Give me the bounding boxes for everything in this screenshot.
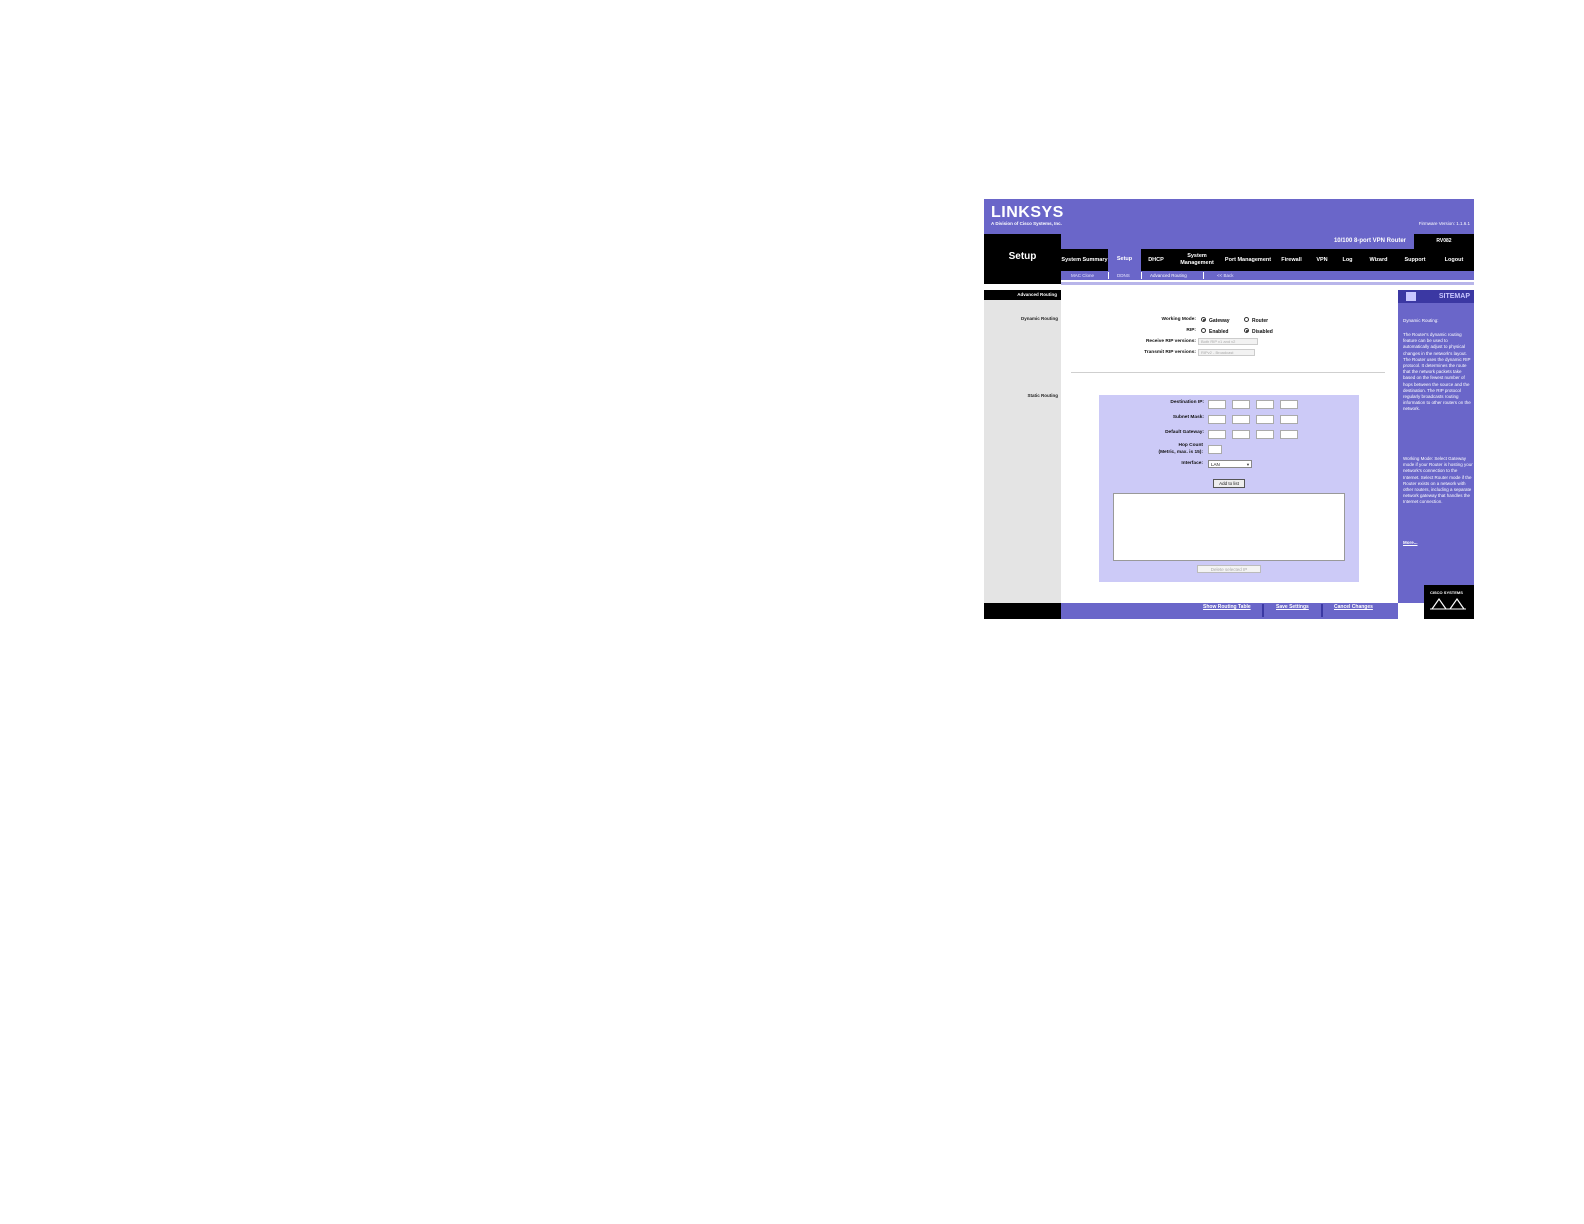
section-header: Advanced Routing — [984, 290, 1061, 300]
sub-nav: MAC Clone DDNS Advanced Routing << Back — [1061, 271, 1474, 280]
destination-ip-octet-1[interactable] — [1208, 400, 1226, 409]
default-gateway-octet-1[interactable] — [1208, 430, 1226, 439]
firmware-version: Firmware Version: 1.1.6.1 — [1418, 221, 1470, 226]
router-radio-label: Router — [1252, 317, 1269, 324]
footer-divider — [1262, 604, 1264, 617]
transmit-rip-select[interactable]: RIPv2 - Broadcast — [1198, 349, 1255, 356]
chevron-down-icon: ▼ — [1246, 462, 1250, 467]
help-working-mode: Working Mode: Select Gateway mode if you… — [1403, 456, 1473, 505]
default-gateway-octet-3[interactable] — [1256, 430, 1274, 439]
gateway-radio-label: Gateway — [1209, 317, 1230, 324]
subnav-advanced-routing[interactable]: Advanced Routing — [1150, 271, 1187, 280]
footer-left-block — [984, 603, 1061, 619]
page-title: Setup — [1008, 251, 1037, 262]
tab-wizard[interactable]: Wizard — [1361, 249, 1396, 271]
hop-count-sublabel: (Metric, max. is 15): — [1158, 450, 1203, 455]
section-divider — [1071, 372, 1385, 373]
tab-support[interactable]: Support — [1396, 249, 1434, 271]
tab-vpn[interactable]: VPN — [1310, 249, 1334, 271]
rip-label: RIP: — [1186, 328, 1196, 333]
subnav-back[interactable]: << Back — [1217, 271, 1234, 280]
tab-dhcp[interactable]: DHCP — [1141, 249, 1171, 271]
tab-logout[interactable]: Logout — [1434, 249, 1474, 271]
model-number: RV082 — [1414, 234, 1474, 249]
show-routing-table-button[interactable]: Show Routing Table — [1203, 604, 1251, 610]
more-link[interactable]: More... — [1403, 540, 1473, 546]
tab-system-management[interactable]: System Management — [1171, 249, 1223, 271]
left-panel — [984, 290, 1061, 603]
sitemap-icon — [1406, 292, 1416, 301]
rip-disabled-label: Disabled — [1252, 328, 1273, 335]
receive-rip-label: Receive RIP versions: — [1145, 339, 1196, 344]
subnav-ddns[interactable]: DDNS — [1117, 271, 1130, 280]
hop-count-label: Hop Count — [1178, 443, 1203, 448]
delete-selected-button[interactable]: Delete selected IP — [1197, 565, 1261, 573]
router-admin-page: LINKSYS A Division of Cisco Systems, Inc… — [984, 199, 1474, 619]
subnav-mac-clone[interactable]: MAC Clone — [1071, 271, 1094, 280]
tab-setup[interactable]: Setup — [1108, 247, 1141, 271]
interface-select[interactable]: LAN ▼ — [1208, 460, 1252, 468]
interface-value: LAN — [1211, 462, 1220, 467]
cisco-logo-text: CISCO SYSTEMS — [1430, 590, 1463, 595]
cisco-bridge-icon — [1430, 597, 1466, 610]
destination-ip-label: Destination IP: — [1170, 400, 1204, 405]
receive-rip-select[interactable]: Both RIP v1 and v2 — [1198, 338, 1258, 345]
rip-disabled-radio[interactable] — [1244, 328, 1249, 333]
destination-ip-octet-3[interactable] — [1256, 400, 1274, 409]
gateway-radio[interactable] — [1201, 317, 1206, 322]
tab-system-summary[interactable]: System Summary — [1061, 249, 1108, 271]
footer-divider — [1321, 604, 1323, 617]
destination-ip-octet-2[interactable] — [1232, 400, 1250, 409]
logo-subtitle: A Division of Cisco Systems, Inc. — [991, 221, 1062, 226]
subnet-mask-octet-2[interactable] — [1232, 415, 1250, 424]
router-radio[interactable] — [1244, 317, 1249, 322]
top-banner: LINKSYS A Division of Cisco Systems, Inc… — [984, 199, 1474, 234]
linksys-logo: LINKSYS — [991, 204, 1064, 221]
default-gateway-label: Default Gateway: — [1165, 430, 1204, 435]
header-divider — [1061, 282, 1474, 285]
subnav-divider — [1108, 272, 1109, 279]
destination-ip-octet-4[interactable] — [1280, 400, 1298, 409]
help-body: The Router's dynamic routing feature can… — [1403, 332, 1471, 412]
subnav-divider — [1203, 272, 1204, 279]
rip-enabled-radio[interactable] — [1201, 328, 1206, 333]
subnet-mask-octet-3[interactable] — [1256, 415, 1274, 424]
main-nav: System Summary Setup DHCP System Managem… — [1061, 247, 1474, 271]
transmit-rip-label: Transmit RIP versions: — [1144, 350, 1196, 355]
default-gateway-octet-2[interactable] — [1232, 430, 1250, 439]
cancel-changes-button[interactable]: Cancel Changes — [1334, 604, 1373, 610]
dynamic-routing-label: Dynamic Routing — [1020, 316, 1058, 321]
add-to-list-button[interactable]: Add to list — [1213, 479, 1245, 488]
static-routing-label: Static Routing — [1027, 393, 1059, 398]
subnet-mask-octet-4[interactable] — [1280, 415, 1298, 424]
default-gateway-octet-4[interactable] — [1280, 430, 1298, 439]
hop-count-input[interactable] — [1208, 445, 1222, 454]
subnet-mask-label: Subnet Mask: — [1172, 415, 1204, 420]
subnet-mask-octet-1[interactable] — [1208, 415, 1226, 424]
tab-port-management[interactable]: Port Management — [1223, 249, 1273, 271]
tab-firewall[interactable]: Firewall — [1273, 249, 1310, 271]
interface-label: Interface: — [1181, 461, 1203, 466]
subnav-divider — [1141, 272, 1142, 279]
help-title: Dynamic Routing: — [1403, 318, 1439, 323]
working-mode-label: Working Mode: — [1161, 317, 1196, 322]
rip-enabled-label: Enabled — [1209, 328, 1229, 335]
tab-log[interactable]: Log — [1334, 249, 1361, 271]
static-route-list[interactable] — [1113, 493, 1345, 561]
save-settings-button[interactable]: Save Settings — [1276, 604, 1309, 610]
